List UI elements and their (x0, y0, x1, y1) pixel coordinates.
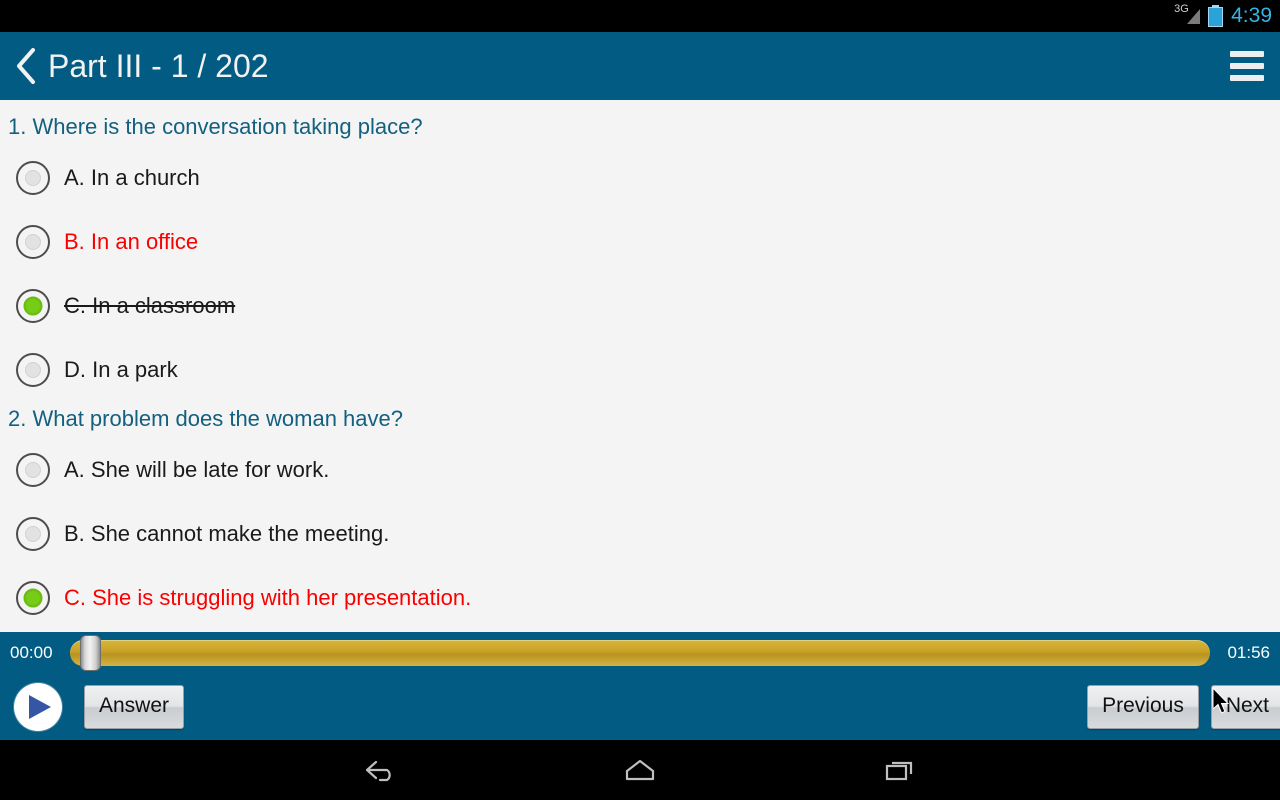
question-title: 1. Where is the conversation taking plac… (8, 114, 423, 139)
answer-option-label: C. She is struggling with her presentati… (64, 585, 472, 610)
chevron-left-icon[interactable] (10, 44, 42, 88)
seek-thumb[interactable] (80, 635, 101, 671)
android-home-icon[interactable] (610, 748, 670, 792)
status-bar-clock: 4:39 (1231, 4, 1272, 27)
audio-player-bar: 00:00 01:56 Answer Previous Next (0, 632, 1280, 740)
answer-option[interactable]: A. She will be late for work. (0, 438, 1280, 502)
android-recents-icon[interactable] (870, 748, 930, 792)
signal-triangle (1187, 9, 1201, 24)
radio-button-unselected[interactable] (16, 161, 50, 195)
previous-button[interactable]: Previous (1087, 685, 1199, 729)
signal-bars-icon: 3G (1174, 4, 1201, 27)
android-nav-bar (0, 740, 1280, 800)
answer-option-label: A. In a church (64, 165, 200, 190)
radio-button-unselected[interactable] (16, 225, 50, 259)
answer-option[interactable]: B. She cannot make the meeting. (0, 502, 1280, 566)
play-button[interactable] (14, 683, 62, 731)
battery-charging-icon (1208, 5, 1224, 27)
answer-option-label: A. She will be late for work. (64, 457, 330, 482)
answer-option-label: D. In a park (64, 357, 178, 382)
answer-option[interactable]: C. She is struggling with her presentati… (0, 566, 1280, 630)
seek-row: 00:00 01:56 (0, 632, 1280, 674)
question-title: 2. What problem does the woman have? (8, 406, 404, 431)
total-time-label: 01:56 (1227, 643, 1270, 662)
seek-track[interactable] (70, 640, 1210, 666)
app-screen: 3G 4:39 Part III - 1 / 202 1. Where is t… (0, 0, 1280, 800)
page-title: Part III - 1 / 202 (48, 47, 269, 84)
radio-button-unselected[interactable] (16, 517, 50, 551)
radio-button-selected[interactable] (16, 289, 50, 323)
play-triangle-icon (29, 695, 51, 719)
hamburger-bar-3 (1230, 75, 1264, 81)
answer-option[interactable]: C. In a classroom (0, 274, 1280, 338)
seek-bar[interactable] (70, 635, 1210, 671)
answer-option-label: B. She cannot make the meeting. (64, 521, 390, 546)
android-back-icon[interactable] (350, 748, 410, 792)
next-button[interactable]: Next (1210, 685, 1280, 729)
answer-option-label: C. In a classroom (64, 293, 236, 318)
answer-button[interactable]: Answer (84, 685, 185, 729)
radio-button-unselected[interactable] (16, 353, 50, 387)
answer-option-label: B. In an office (64, 229, 199, 254)
android-status-bar: 3G 4:39 (0, 0, 1280, 32)
answer-option[interactable]: A. In a church (0, 146, 1280, 210)
hamburger-menu-icon[interactable] (1230, 51, 1264, 81)
app-bar: Part III - 1 / 202 (0, 32, 1280, 100)
question-list[interactable]: 1. Where is the conversation taking plac… (0, 100, 1280, 632)
battery-body (1208, 7, 1224, 27)
radio-button-unselected[interactable] (16, 453, 50, 487)
current-time-label: 00:00 (10, 643, 53, 662)
answer-option[interactable]: D. In a park (0, 338, 1280, 402)
hamburger-bar-1 (1230, 51, 1264, 57)
radio-button-selected[interactable] (16, 581, 50, 615)
hamburger-bar-2 (1230, 63, 1264, 69)
player-controls-row: Answer Previous Next (0, 674, 1280, 740)
answer-option[interactable]: B. In an office (0, 210, 1280, 274)
